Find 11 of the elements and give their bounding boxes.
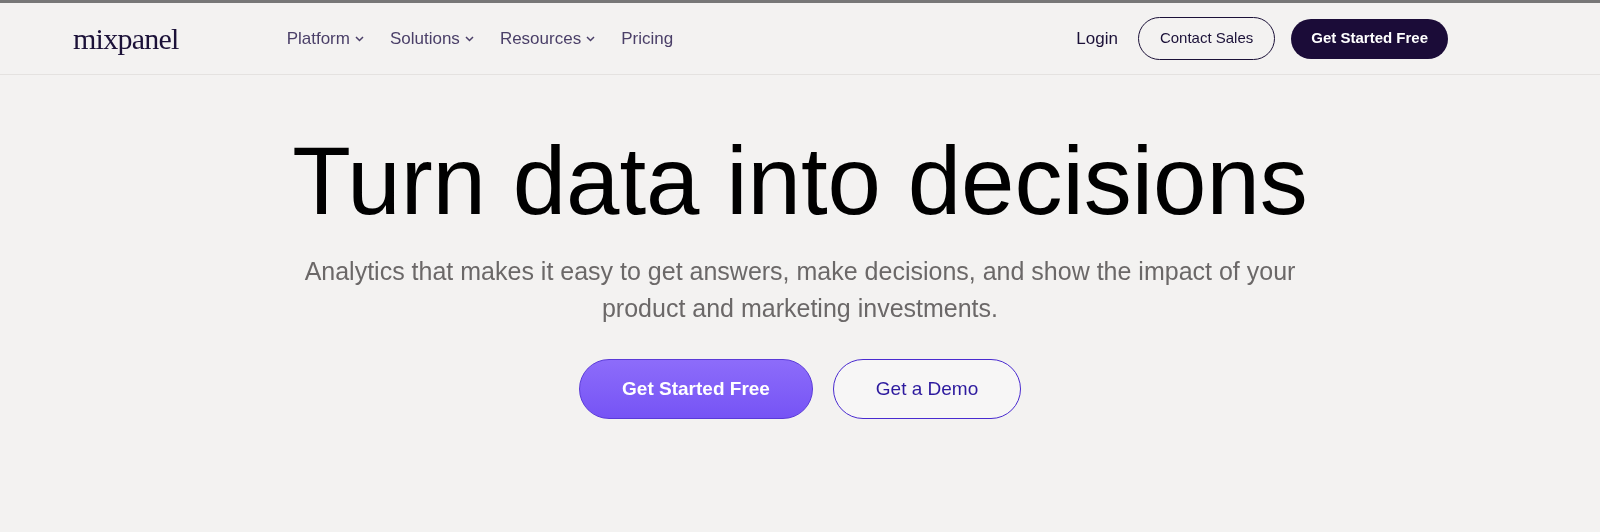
get-started-button[interactable]: Get Started Free	[579, 359, 813, 419]
hero-title: Turn data into decisions	[292, 131, 1308, 231]
hero-subtitle: Analytics that makes it easy to get answers, make decisions, and show the impact of your product and marketing investments.	[303, 256, 1297, 324]
login-link[interactable]: Login	[1072, 25, 1122, 52]
nav-link[interactable]: Resources	[499, 25, 596, 52]
logo[interactable]: mixpanel	[73, 16, 179, 61]
nav-link[interactable]: Pricing	[621, 25, 674, 52]
nav-link[interactable]: Platform	[286, 25, 364, 52]
nav-link[interactable]: Solutions	[389, 25, 474, 52]
demo-button[interactable]: Get a Demo	[833, 359, 1021, 419]
get-started-button[interactable]: Get Started Free	[1291, 18, 1448, 59]
